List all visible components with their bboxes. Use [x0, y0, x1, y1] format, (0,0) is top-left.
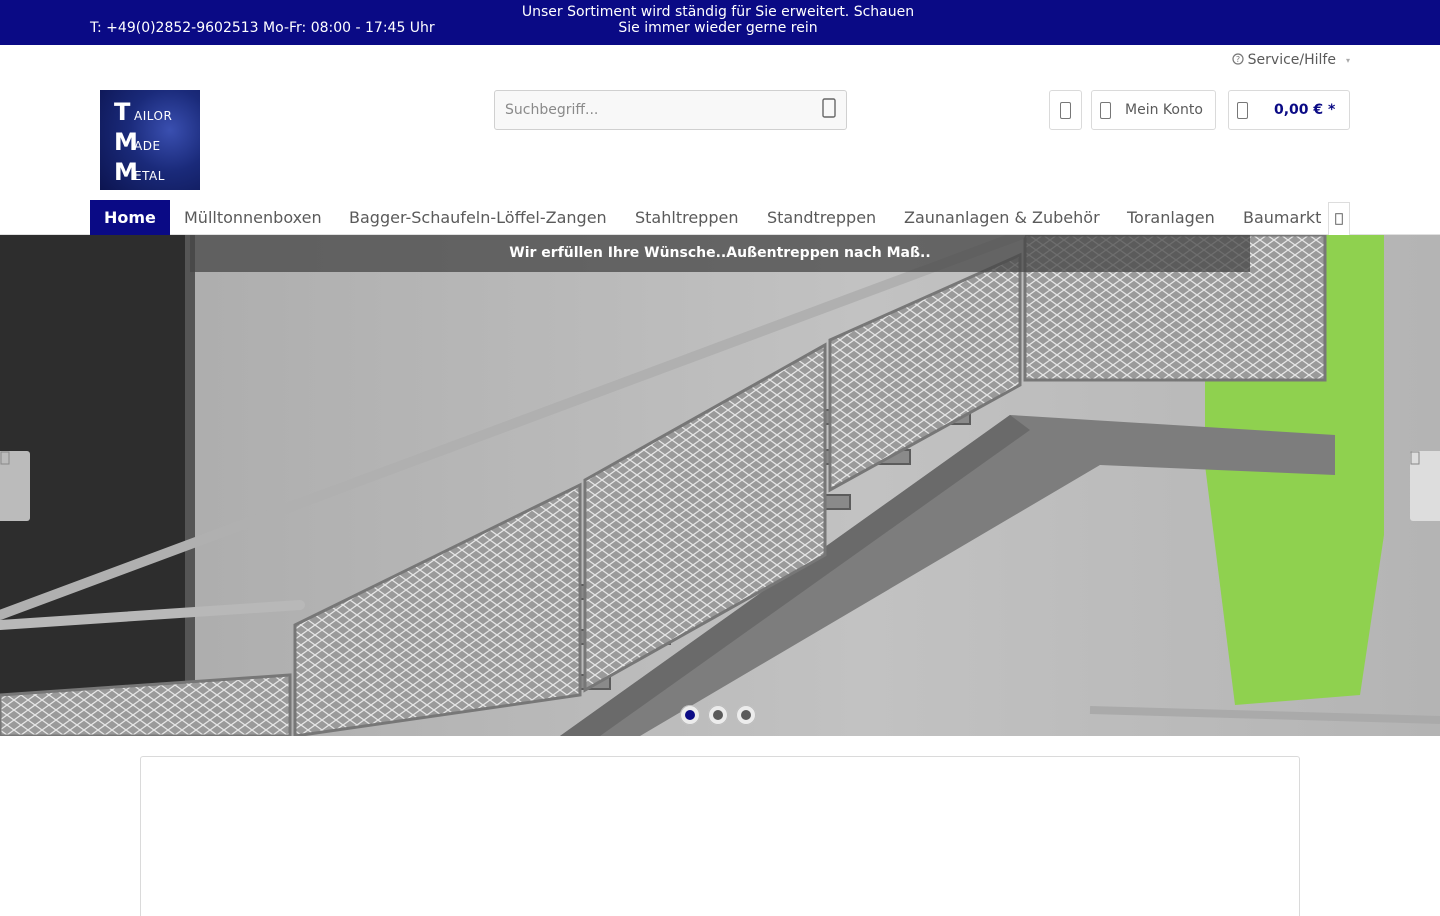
logo-row: M ETAL [114, 158, 200, 188]
service-help-label: Service/Hilfe [1247, 52, 1336, 68]
search-button[interactable] [812, 91, 846, 129]
slider-caption: Wir erfüllen Ihre Wünsche..Außentreppen … [190, 235, 1250, 272]
search-input[interactable]: Suchbegriff... [495, 102, 812, 118]
nav-item-stahltreppen[interactable]: Stahltreppen [635, 200, 738, 235]
account-label: Mein Konto [1125, 102, 1203, 118]
nav-item-toranlagen[interactable]: Toranlagen [1127, 200, 1215, 235]
heart-icon [1060, 101, 1071, 119]
bag-icon [1237, 101, 1248, 119]
phone-hours: T: +49(0)2852-9602513 Mo-Fr: 08:00 - 17:… [90, 20, 435, 36]
logo-word: ETAL [134, 169, 165, 183]
hero-slider: Wir erfüllen Ihre Wünsche..Außentreppen … [0, 235, 1440, 736]
question-icon: ? [1232, 52, 1244, 68]
logo-row: T AILOR [114, 98, 200, 128]
slider-dot-3[interactable] [736, 705, 756, 725]
nav-item-baumarkt[interactable]: Baumarkt [1243, 200, 1328, 235]
logo-word: AILOR [134, 109, 173, 123]
nav-more-button[interactable] [1328, 202, 1350, 236]
account-button[interactable]: Mein Konto [1091, 90, 1216, 130]
promo-line-1: Unser Sortiment wird ständig für Sie erw… [521, 4, 915, 20]
nav-item-standtreppen[interactable]: Standtreppen [767, 200, 876, 235]
slider-dots [680, 705, 756, 725]
slider-prev-button[interactable] [0, 451, 30, 521]
logo-initial: T [114, 98, 131, 126]
wishlist-button[interactable] [1049, 90, 1082, 130]
slider-dot-2[interactable] [708, 705, 728, 725]
search-field[interactable]: Suchbegriff... [494, 90, 847, 130]
nav-item-zaunanlagen[interactable]: Zaunanlagen & Zubehör [904, 200, 1100, 235]
user-icon [1100, 101, 1111, 119]
chevron-right-icon [1410, 451, 1420, 465]
nav-item-muelltonnenboxen[interactable]: Mülltonnenboxen [184, 200, 322, 235]
service-help-link[interactable]: ? Service/Hilfe ▾ [1232, 52, 1350, 68]
main-navigation: Home Mülltonnenboxen Bagger-Schaufeln-Lö… [0, 200, 1440, 236]
svg-text:?: ? [1236, 55, 1240, 64]
nav-item-bagger-schaufeln[interactable]: Bagger-Schaufeln-Löffel-Zangen [349, 200, 607, 235]
shop-logo[interactable]: T AILOR M ADE M ETAL [100, 90, 200, 190]
nav-item-home[interactable]: Home [90, 200, 170, 235]
slider-dot-1[interactable] [680, 705, 700, 725]
staircase-photo [0, 235, 1440, 736]
chevron-down-icon: ▾ [1345, 55, 1350, 65]
search-icon [822, 98, 836, 122]
logo-initial: M [114, 158, 138, 186]
chevron-left-icon [0, 451, 10, 465]
logo-word: ADE [134, 139, 161, 153]
cart-amount: 0,00 € * [1274, 102, 1336, 118]
promo-line-2: Sie immer wieder gerne rein [618, 20, 818, 36]
logo-initial: M [114, 128, 138, 156]
slider-next-button[interactable] [1410, 451, 1440, 521]
chevron-right-icon [1335, 213, 1343, 225]
cart-button[interactable]: 0,00 € * [1228, 90, 1350, 130]
logo-row: M ADE [114, 128, 200, 158]
promo-text: Unser Sortiment wird ständig für Sie erw… [500, 4, 936, 36]
top-info-bar: T: +49(0)2852-9602513 Mo-Fr: 08:00 - 17:… [0, 0, 1440, 45]
content-panel [140, 756, 1300, 916]
